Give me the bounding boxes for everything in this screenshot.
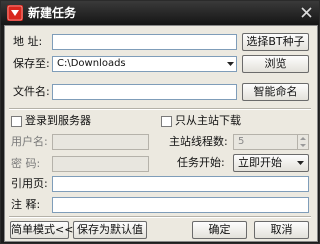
password-input[interactable] — [52, 156, 149, 172]
address-input[interactable] — [52, 34, 237, 50]
filename-label: 文件名: — [13, 85, 50, 98]
divider — [9, 108, 311, 110]
password-label: 密 码: — [11, 157, 41, 170]
divider — [9, 216, 311, 218]
referer-label: 引用页: — [11, 177, 48, 190]
title-bar[interactable]: 新建任务 — [1, 1, 319, 25]
threads-spinbox[interactable]: 5 — [233, 134, 309, 150]
chevron-down-icon — [297, 161, 304, 165]
main-only-label: 只从主站下载 — [175, 114, 241, 127]
chevron-down-icon[interactable] — [225, 57, 236, 71]
threads-label: 主站线程数: — [169, 135, 228, 148]
cancel-button[interactable]: 取消 — [254, 221, 309, 239]
save-to-label: 保存至: — [13, 57, 50, 70]
task-start-value: 立即开始 — [238, 156, 282, 169]
main-only-checkbox[interactable] — [161, 116, 172, 127]
thunder-logo-icon — [7, 5, 23, 21]
login-checkbox-label: 登录到服务器 — [25, 114, 91, 127]
smart-name-button[interactable]: 智能命名 — [242, 83, 309, 101]
username-label: 用户名: — [11, 135, 48, 148]
task-start-label: 任务开始: — [177, 156, 225, 169]
login-checkbox[interactable] — [11, 116, 22, 127]
threads-value: 5 — [238, 136, 245, 147]
username-input[interactable] — [52, 134, 149, 150]
ok-button[interactable]: 确定 — [192, 221, 247, 239]
save-to-combobox[interactable]: C:\Downloads — [52, 56, 237, 72]
task-start-select[interactable]: 立即开始 — [233, 154, 309, 172]
referer-input[interactable] — [52, 176, 309, 192]
window-title: 新建任务 — [28, 6, 77, 20]
close-icon[interactable] — [300, 6, 313, 19]
dialog-body: 地 址: 选择BT种子 保存至: C:\Downloads 浏览 文件名: 智能… — [4, 25, 318, 242]
comment-label: 注 释: — [11, 198, 41, 211]
filename-input[interactable] — [52, 84, 237, 100]
save-to-path: C:\Downloads — [57, 58, 126, 69]
new-task-dialog: 新建任务 地 址: 选择BT种子 保存至: C:\Downloads 浏览 文件… — [0, 0, 320, 244]
spin-arrows-icon[interactable] — [297, 135, 308, 149]
address-label: 地 址: — [13, 35, 43, 48]
save-as-default-button[interactable]: 保存为默认值 — [73, 221, 147, 239]
simple-mode-button[interactable]: 简单模式<< — [10, 221, 73, 239]
select-torrent-button[interactable]: 选择BT种子 — [242, 33, 309, 51]
comment-input[interactable] — [52, 197, 309, 213]
browse-button[interactable]: 浏览 — [242, 55, 309, 73]
